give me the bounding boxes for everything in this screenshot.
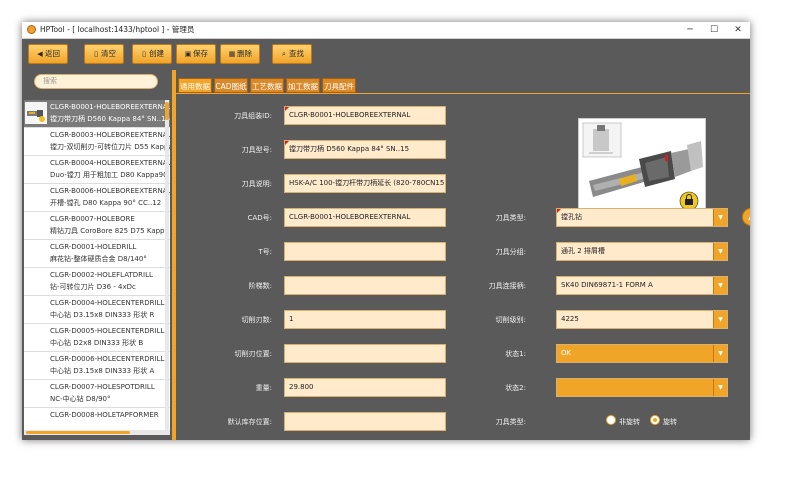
scrollbar-thumb[interactable] — [165, 102, 169, 120]
t-number-label: T号: — [258, 248, 272, 256]
chevron-down-icon[interactable]: ▼ — [713, 277, 727, 294]
assembly-id-field[interactable]: CLGR-B0001-HOLEBOREEXTERNAL — [284, 106, 446, 125]
tool-group-dropdown[interactable]: 通孔 2 排屑槽 ▼ — [556, 242, 728, 261]
model-field[interactable]: 镗刀带刀柄 D560 Kappa 84° SN..15 — [284, 140, 446, 159]
list-item[interactable]: CLGR-B0007-HOLEBORE 精钻刀具 CoroBore 825 D7… — [24, 212, 170, 240]
list-item[interactable]: CLGR-B0004-HOLEBOREEXTERNAL Duo-镗刀 用于粗加工… — [24, 156, 170, 184]
window-title: HPTool - [ localhost:1433/hptool ] - 管理员 — [40, 25, 195, 34]
document-icon: ▯ — [94, 50, 98, 58]
chevron-down-icon[interactable]: ▼ — [713, 345, 727, 362]
cad-field[interactable]: CLGR-B0001-HOLEBOREEXTERNAL — [284, 208, 446, 227]
list-horizontal-scrollbar[interactable] — [24, 430, 170, 435]
list-item[interactable]: CLGR-B0001-HOLEBOREEXTERNAL 镗刀带刀柄 D560 K… — [24, 100, 170, 128]
tool-image — [578, 118, 706, 220]
t-number-field[interactable] — [284, 242, 446, 261]
toolbar: ◀ 返回 ▯ 清空 ▯ 创建 ▣ 保存 ▦ 删除 ⌕ 查找 — [22, 39, 750, 70]
status1-dropdown[interactable]: OK ▼ — [556, 344, 728, 363]
tab-general-data[interactable]: 通用数据 — [178, 78, 212, 93]
weight-label: 重量: — [255, 384, 272, 392]
clear-button[interactable]: ▯ 清空 — [84, 44, 124, 64]
delete-button[interactable]: ▦ 删除 — [220, 44, 260, 64]
lock-icon: ▲ — [748, 213, 750, 221]
assembly-id-label: 刀具组装ID: — [234, 112, 272, 120]
edges-field[interactable]: 1 — [284, 310, 446, 329]
arrow-left-icon: ◀ — [37, 50, 43, 58]
non-rotating-label: 非旋转 — [619, 418, 640, 426]
steps-field[interactable] — [284, 276, 446, 295]
chevron-down-icon[interactable]: ▼ — [713, 311, 727, 328]
tool-interface-dropdown[interactable]: SK40 DIN69871-1 FORM A ▼ — [556, 276, 728, 295]
tab-cad-drawing[interactable]: CAD图纸 — [214, 78, 248, 93]
list-item[interactable]: CLGR-D0007-HOLESPOTDRILL NC-中心钻 D8/90° — [24, 380, 170, 408]
maximize-button[interactable]: ☐ — [702, 22, 726, 38]
weight-field[interactable]: 29.800 — [284, 378, 446, 397]
stock-location-label: 默认库存位置: — [227, 418, 272, 426]
status2-label: 状态2: — [505, 384, 526, 392]
edge-position-field[interactable] — [284, 344, 446, 363]
tool-type-label: 刀具类型: — [495, 214, 526, 222]
lock-button[interactable]: ▲ — [742, 208, 750, 226]
scrollbar-thumb[interactable] — [26, 431, 130, 434]
search-icon: ⌕ — [282, 50, 286, 58]
rotating-radio[interactable] — [650, 415, 660, 425]
steps-label: 阶梯数: — [248, 282, 272, 290]
stock-location-field[interactable] — [284, 412, 446, 431]
list-item[interactable]: CLGR-D0002-HOLEFLATDRILL 钻-可转位刀片 D36 - 4… — [24, 268, 170, 296]
app-window: HPTool - [ localhost:1433/hptool ] - 管理员… — [22, 22, 750, 440]
title-bar: HPTool - [ localhost:1433/hptool ] - 管理员… — [22, 22, 750, 39]
description-field[interactable]: HSK-A/C 100-镗刀杆带刀柄延长 (820-780CN15 — [284, 174, 446, 193]
edge-position-label: 切削刃位置: — [234, 350, 272, 358]
app-logo-icon — [27, 25, 36, 34]
list-item[interactable]: CLGR-D0001-HOLEDRILL 麻花钻-整体硬质合金 D8/140° — [24, 240, 170, 268]
cad-label: CAD号: — [247, 214, 272, 222]
trash-icon: ▦ — [228, 50, 236, 58]
tool-kind-label: 刀具类型: — [495, 418, 526, 426]
cutting-grade-label: 切削级别: — [495, 316, 526, 324]
save-icon: ▣ — [184, 50, 192, 58]
create-button[interactable]: ▯ 创建 — [132, 44, 172, 64]
tab-tool-accessories[interactable]: 刀具配件 — [322, 78, 356, 93]
general-data-form: 刀具组装ID: CLGR-B0001-HOLEBOREEXTERNAL 刀具型号… — [176, 94, 750, 440]
edges-label: 切削刃数: — [241, 316, 272, 324]
tab-machining-data[interactable]: 加工数据 — [286, 78, 320, 93]
tool-list-panel: 搜索 CLGR-B0001-HOLEBOREEXTERNAL 镗刀带刀柄 D56… — [22, 70, 172, 440]
description-label: 刀具说明: — [241, 180, 272, 188]
tab-process-data[interactable]: 工艺数据 — [250, 78, 284, 93]
find-button[interactable]: ⌕ 查找 — [272, 44, 312, 64]
model-label: 刀具型号: — [241, 146, 272, 154]
list-item[interactable]: CLGR-B0006-HOLEBOREEXTERNAL 开槽-镗孔 D80 Ka… — [24, 184, 170, 212]
list-item[interactable]: CLGR-D0004-HOLECENTERDRILL 中心钻 D3.15x8 D… — [24, 296, 170, 324]
tool-interface-label: 刀具连接柄: — [488, 282, 526, 290]
chevron-down-icon[interactable]: ▼ — [713, 243, 727, 260]
chevron-down-icon[interactable]: ▼ — [713, 379, 727, 396]
close-button[interactable]: ✕ — [726, 22, 750, 38]
status1-label: 状态1: — [505, 350, 526, 358]
list-vertical-scrollbar[interactable] — [165, 100, 169, 430]
list-item[interactable]: CLGR-D0008-HOLETAPFORMER — [24, 408, 170, 430]
back-button[interactable]: ◀ 返回 — [28, 44, 68, 64]
tool-type-dropdown[interactable]: 镗孔钻 ▼ — [556, 208, 728, 227]
tool-group-label: 刀具分组: — [495, 248, 526, 256]
tool-list[interactable]: CLGR-B0001-HOLEBOREEXTERNAL 镗刀带刀柄 D560 K… — [24, 100, 170, 430]
list-item[interactable]: CLGR-D0006-HOLECENTERDRILL 中心钻 D3.15x8 D… — [24, 352, 170, 380]
tool-illustration — [582, 122, 703, 211]
status2-dropdown[interactable]: ▼ — [556, 378, 728, 397]
save-button[interactable]: ▣ 保存 — [176, 44, 216, 64]
search-input[interactable]: 搜索 — [34, 74, 158, 89]
minimize-button[interactable]: ─ — [678, 22, 702, 38]
non-rotating-radio[interactable] — [606, 415, 616, 425]
list-item[interactable]: CLGR-D0005-HOLECENTERDRILL 中心钻 D2x8 DIN3… — [24, 324, 170, 352]
rotating-label: 旋转 — [663, 418, 677, 426]
tool-thumbnail — [25, 102, 47, 124]
cutting-grade-dropdown[interactable]: 4225 ▼ — [556, 310, 728, 329]
chevron-down-icon[interactable]: ▼ — [713, 209, 727, 226]
new-icon: ▯ — [142, 50, 146, 58]
list-item[interactable]: CLGR-B0003-HOLEBOREEXTERNAL 镗刀-双切削刃-可转位刀… — [24, 128, 170, 156]
